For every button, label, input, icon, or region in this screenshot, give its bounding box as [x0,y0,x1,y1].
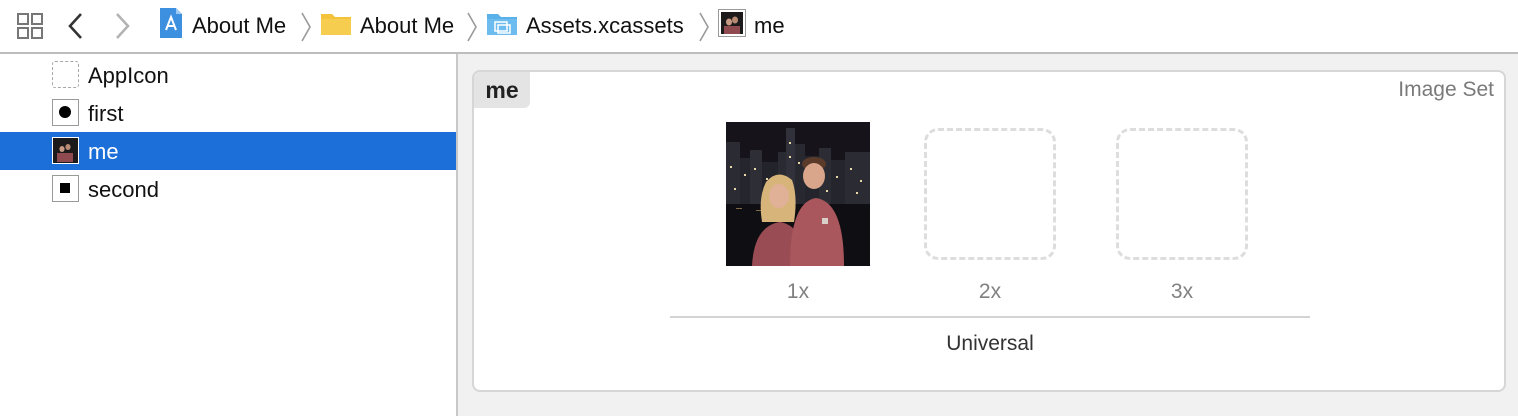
breadcrumb-group[interactable]: About Me [320,0,454,52]
list-item-second[interactable]: second [0,170,456,208]
chevron-right-icon [300,11,312,48]
breadcrumb-label: About Me [360,13,455,38]
breadcrumb-asset-catalog[interactable]: Assets.xcassets [486,0,684,52]
list-item-label: first [88,101,124,126]
app-icon-placeholder [52,61,79,88]
slot-3x-drop-target[interactable] [1116,128,1248,260]
breadcrumb-label: About Me [192,13,287,38]
slot-scale-label: 1x [786,280,810,303]
list-item-label: second [88,177,159,202]
list-item-me[interactable]: me [0,132,456,170]
slot-scale-label: 2x [978,280,1002,303]
image-thumbnail-icon [718,9,746,43]
device-group-label: Universal [946,332,1034,355]
list-item-first[interactable]: first [0,94,456,132]
list-item-label: me [88,139,119,164]
image-set-name[interactable]: me [474,72,530,108]
asset-catalog-icon [486,10,518,42]
list-item-appicon[interactable]: AppIcon [0,56,456,94]
jump-bar: About Me About Me Assets.xcassets me [0,0,1518,54]
forward-arrow-icon[interactable] [108,10,136,42]
square-glyph-icon [52,175,79,202]
chevron-right-icon [466,11,478,48]
breadcrumb-image-set[interactable]: me [718,0,785,52]
folder-icon [320,10,352,42]
slot-1x-image[interactable] [726,122,870,266]
back-arrow-icon[interactable] [62,10,90,42]
related-items-icon[interactable] [14,10,46,42]
photo-image [726,122,870,266]
circle-glyph-icon [52,99,79,126]
group-divider [670,316,1310,318]
list-item-label: AppIcon [88,63,169,88]
xcode-project-icon [158,7,184,45]
chevron-right-icon [698,11,710,48]
breadcrumb-label: me [754,13,785,38]
slot-scale-label: 3x [1170,280,1194,303]
slot-2x-drop-target[interactable] [924,128,1056,260]
breadcrumb-label: Assets.xcassets [526,13,684,38]
asset-list: AppIcon first me second [0,54,456,416]
image-set-type: Image Set [1398,78,1494,101]
photo-thumbnail [52,137,79,164]
breadcrumb-project[interactable]: About Me [158,0,286,52]
image-set-panel: me Image Set 1x 2x 3x Universal [472,70,1506,392]
asset-editor: me Image Set 1x 2x 3x Universal [458,54,1518,416]
